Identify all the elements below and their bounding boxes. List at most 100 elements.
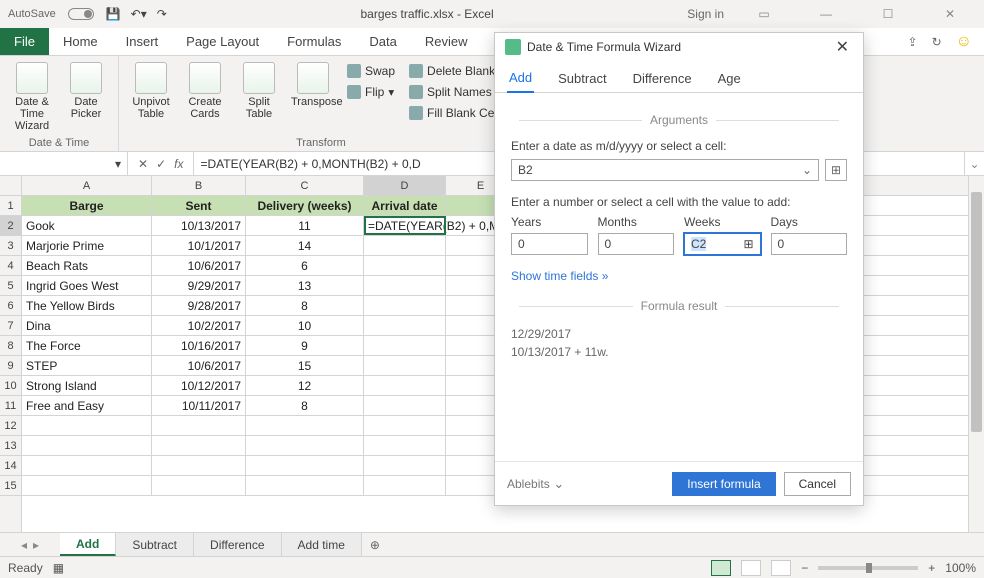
tab-file[interactable]: File	[0, 28, 49, 55]
row-header-8[interactable]: 8	[0, 336, 21, 356]
data-cell[interactable]	[246, 456, 364, 475]
date-picker-button[interactable]: Date Picker	[62, 60, 110, 122]
data-cell[interactable]	[364, 336, 446, 355]
select-all-corner[interactable]	[0, 176, 22, 196]
feedback-icon[interactable]: ☺	[956, 33, 972, 51]
new-sheet-button[interactable]: ⊕	[362, 533, 388, 556]
tab-formulas[interactable]: Formulas	[273, 28, 355, 55]
data-cell[interactable]	[22, 436, 152, 455]
data-cell[interactable]: Dina	[22, 316, 152, 335]
data-cell[interactable]: Gook	[22, 216, 152, 235]
row-header-10[interactable]: 10	[0, 376, 21, 396]
data-cell[interactable]: 10/13/2017	[152, 216, 246, 235]
weeks-input[interactable]: C2⊞	[684, 233, 761, 255]
data-cell[interactable]	[22, 456, 152, 475]
col-header-A[interactable]: A	[22, 176, 152, 195]
data-cell[interactable]	[152, 476, 246, 495]
transpose-button[interactable]: Transpose	[289, 60, 337, 110]
data-cell[interactable]	[152, 436, 246, 455]
data-cell[interactable]: 10/11/2017	[152, 396, 246, 415]
close-icon[interactable]: ✕	[928, 7, 972, 21]
row-header-7[interactable]: 7	[0, 316, 21, 336]
insert-formula-button[interactable]: Insert formula	[672, 472, 775, 496]
date-time-wizard-button[interactable]: Date & Time Wizard	[8, 60, 56, 134]
data-cell[interactable]	[364, 476, 446, 495]
months-input[interactable]: 0	[598, 233, 675, 255]
autosave-toggle[interactable]	[68, 8, 94, 20]
data-cell[interactable]	[364, 256, 446, 275]
row-header-13[interactable]: 13	[0, 436, 21, 456]
wizard-tab-subtract[interactable]: Subtract	[556, 65, 608, 92]
col-header-D[interactable]: D	[364, 176, 446, 195]
row-header-5[interactable]: 5	[0, 276, 21, 296]
row-header-3[interactable]: 3	[0, 236, 21, 256]
data-cell[interactable]	[364, 436, 446, 455]
data-cell[interactable]: Beach Rats	[22, 256, 152, 275]
wizard-tab-add[interactable]: Add	[507, 64, 534, 93]
redo-icon[interactable]: ↷	[157, 7, 167, 21]
data-cell[interactable]: 12	[246, 376, 364, 395]
chevron-down-icon[interactable]: ▾	[115, 157, 121, 171]
sheet-tab-add[interactable]: Add	[60, 533, 116, 556]
sheet-tab-addtime[interactable]: Add time	[282, 533, 362, 556]
tab-home[interactable]: Home	[49, 28, 112, 55]
data-cell[interactable]: Strong Island	[22, 376, 152, 395]
zoom-slider[interactable]	[818, 566, 918, 570]
data-cell[interactable]: 8	[246, 296, 364, 315]
expand-formula-bar-icon[interactable]: ⌄	[964, 152, 984, 175]
normal-view-button[interactable]	[711, 560, 731, 576]
header-cell[interactable]: Delivery (weeks)	[246, 196, 364, 215]
data-cell[interactable]	[364, 396, 446, 415]
wizard-tab-age[interactable]: Age	[716, 65, 743, 92]
data-cell[interactable]: 10/2/2017	[152, 316, 246, 335]
ribbon-options-icon[interactable]: ▭	[742, 7, 786, 21]
data-cell[interactable]	[364, 356, 446, 375]
data-cell[interactable]: 8	[246, 396, 364, 415]
data-cell[interactable]: STEP	[22, 356, 152, 375]
zoom-in-button[interactable]: +	[928, 561, 935, 575]
flip-button[interactable]: Flip ▾	[343, 83, 399, 101]
range-select-icon[interactable]: ⊞	[743, 237, 753, 251]
data-cell[interactable]: Free and Easy	[22, 396, 152, 415]
show-time-fields-link[interactable]: Show time fields »	[511, 269, 608, 283]
row-header-14[interactable]: 14	[0, 456, 21, 476]
row-header-6[interactable]: 6	[0, 296, 21, 316]
vertical-scrollbar[interactable]	[968, 176, 984, 532]
row-header-1[interactable]: 1	[0, 196, 21, 216]
unpivot-table-button[interactable]: Unpivot Table	[127, 60, 175, 122]
data-cell[interactable]: The Force	[22, 336, 152, 355]
data-cell[interactable]	[152, 456, 246, 475]
enter-formula-icon[interactable]: ✓	[156, 157, 166, 171]
header-cell[interactable]: Arrival date	[364, 196, 446, 215]
row-header-15[interactable]: 15	[0, 476, 21, 496]
data-cell[interactable]: 15	[246, 356, 364, 375]
data-cell[interactable]: Marjorie Prime	[22, 236, 152, 255]
name-box[interactable]: ▾	[0, 152, 128, 175]
days-input[interactable]: 0	[771, 233, 848, 255]
row-header-9[interactable]: 9	[0, 356, 21, 376]
sign-in-link[interactable]: Sign in	[687, 7, 724, 21]
data-cell[interactable]: 10	[246, 316, 364, 335]
split-table-button[interactable]: Split Table	[235, 60, 283, 122]
zoom-out-button[interactable]: −	[801, 561, 808, 575]
date-range-select-button[interactable]: ⊞	[825, 159, 847, 181]
row-header-4[interactable]: 4	[0, 256, 21, 276]
col-header-B[interactable]: B	[152, 176, 246, 195]
page-break-view-button[interactable]	[771, 560, 791, 576]
history-icon[interactable]: ↻	[932, 35, 942, 49]
data-cell[interactable]	[364, 456, 446, 475]
data-cell[interactable]: 10/6/2017	[152, 356, 246, 375]
row-header-12[interactable]: 12	[0, 416, 21, 436]
share-icon[interactable]: ⇪	[908, 35, 918, 49]
data-cell[interactable]: 13	[246, 276, 364, 295]
data-cell[interactable]: The Yellow Birds	[22, 296, 152, 315]
wizard-tab-difference[interactable]: Difference	[631, 65, 694, 92]
data-cell[interactable]	[246, 416, 364, 435]
cancel-button[interactable]: Cancel	[784, 472, 851, 496]
data-cell[interactable]: 11	[246, 216, 364, 235]
data-cell[interactable]	[364, 296, 446, 315]
data-cell[interactable]: 6	[246, 256, 364, 275]
sheet-tab-difference[interactable]: Difference	[194, 533, 281, 556]
macro-record-icon[interactable]: ▦	[53, 561, 64, 575]
data-cell[interactable]: 10/6/2017	[152, 256, 246, 275]
